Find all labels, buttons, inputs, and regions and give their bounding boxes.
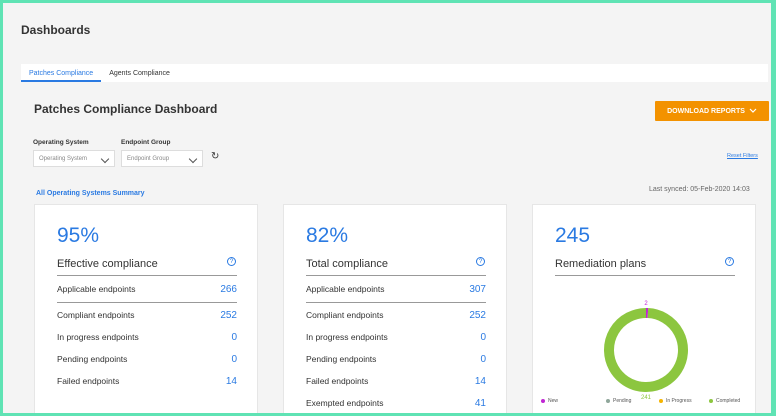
remediation-donut-chart: 2 241 (604, 301, 688, 401)
stat-label: Applicable endpoints (306, 284, 385, 294)
stat-row: Failed endpoints 14 (306, 376, 486, 387)
chevron-down-icon (749, 108, 757, 113)
card-title: Remediation plans (555, 258, 647, 270)
card-value: 245 (555, 224, 591, 247)
refresh-icon[interactable]: ↻ (211, 151, 219, 162)
summary-link[interactable]: All Operating Systems Summary (36, 190, 145, 197)
divider (306, 275, 486, 276)
stat-label: Pending endpoints (306, 354, 377, 364)
stat-value: 14 (474, 376, 486, 387)
card-value: 95% (57, 224, 100, 247)
group-filter-value: Endpoint Group (127, 155, 170, 162)
stat-row: Exempted endpoints 41 (306, 398, 486, 409)
stat-row: Compliant endpoints 252 (306, 310, 486, 321)
donut-label-bottom: 241 (641, 395, 652, 401)
donut-label-top: 2 (644, 301, 648, 307)
stat-value: 0 (480, 332, 486, 343)
help-icon[interactable]: ? (725, 257, 734, 266)
stat-label: Exempted endpoints (306, 398, 384, 408)
card-value: 82% (306, 224, 349, 247)
stat-value: 41 (474, 398, 486, 409)
stat-value: 0 (231, 332, 237, 343)
stat-row: Applicable endpoints 266 (57, 284, 237, 295)
tab-patches-compliance[interactable]: Patches Compliance (21, 70, 102, 82)
stat-row: Pending endpoints 0 (306, 354, 486, 365)
reset-filters-link[interactable]: Reset Filters (727, 153, 758, 159)
card-title: Effective compliance (57, 258, 158, 270)
legend-in-progress: In Progress (659, 398, 692, 404)
stat-row: Applicable endpoints 307 (306, 284, 486, 295)
donut-segment-completed[interactable] (604, 308, 688, 392)
legend-label: Completed (716, 398, 741, 404)
download-reports-button[interactable]: DOWNLOAD REPORTS (655, 101, 769, 121)
effective-compliance-card: 95% Effective compliance ? Applicable en… (34, 204, 258, 413)
stat-row: Failed endpoints 14 (57, 376, 237, 387)
legend-swatch (659, 399, 663, 403)
group-filter-select[interactable]: Endpoint Group (121, 150, 203, 167)
divider (57, 302, 237, 303)
card-title: Total compliance (306, 258, 388, 270)
remediation-plans-card: 245 Remediation plans ? 2 241 New Pending… (532, 204, 756, 413)
help-icon[interactable]: ? (476, 257, 485, 266)
legend-completed: Completed (709, 398, 740, 404)
download-reports-label: DOWNLOAD REPORTS (667, 107, 745, 115)
legend-swatch (606, 399, 610, 403)
stat-value: 0 (231, 354, 237, 365)
stat-label: In progress endpoints (306, 332, 388, 342)
tab-bar: Patches Compliance Agents Compliance (21, 64, 768, 82)
stat-label: Pending endpoints (57, 354, 128, 364)
stat-row: Pending endpoints 0 (57, 354, 237, 365)
stat-value: 14 (225, 376, 237, 387)
stat-row: In progress endpoints 0 (57, 332, 237, 343)
chevron-down-icon (100, 154, 110, 164)
stat-value: 0 (480, 354, 486, 365)
stat-label: In progress endpoints (57, 332, 139, 342)
divider (306, 302, 486, 303)
stat-row: In progress endpoints 0 (306, 332, 486, 343)
stat-value: 266 (220, 284, 237, 295)
legend-label: Pending (613, 398, 632, 404)
legend-new: New (541, 398, 558, 404)
last-synced: Last synced: 05-Feb-2020 14:03 (649, 186, 750, 193)
app-frame: Dashboards Patches Compliance Agents Com… (3, 3, 771, 413)
stat-label: Failed endpoints (57, 376, 120, 386)
os-filter-select[interactable]: Operating System (33, 150, 115, 167)
tab-agents-compliance[interactable]: Agents Compliance (101, 70, 178, 82)
group-filter-label: Endpoint Group (121, 139, 171, 146)
stat-value: 307 (469, 284, 486, 295)
legend-pending: Pending (606, 398, 631, 404)
stat-label: Compliant endpoints (306, 310, 384, 320)
legend-swatch (541, 399, 545, 403)
os-filter-value: Operating System (39, 155, 88, 162)
divider (57, 275, 237, 276)
legend-label: New (548, 398, 559, 404)
divider (555, 275, 735, 276)
stat-value: 252 (469, 310, 486, 321)
help-icon[interactable]: ? (227, 257, 236, 266)
dashboard-title: Patches Compliance Dashboard (34, 102, 218, 116)
page-title: Dashboards (21, 23, 91, 37)
stat-label: Compliant endpoints (57, 310, 135, 320)
stat-label: Applicable endpoints (57, 284, 136, 294)
stat-row: Compliant endpoints 252 (57, 310, 237, 321)
stat-label: Failed endpoints (306, 376, 369, 386)
stat-value: 252 (220, 310, 237, 321)
total-compliance-card: 82% Total compliance ? Applicable endpoi… (283, 204, 507, 413)
legend-swatch (709, 399, 713, 403)
os-filter-label: Operating System (33, 139, 89, 146)
legend-label: In Progress (666, 398, 692, 404)
chevron-down-icon (188, 154, 198, 164)
